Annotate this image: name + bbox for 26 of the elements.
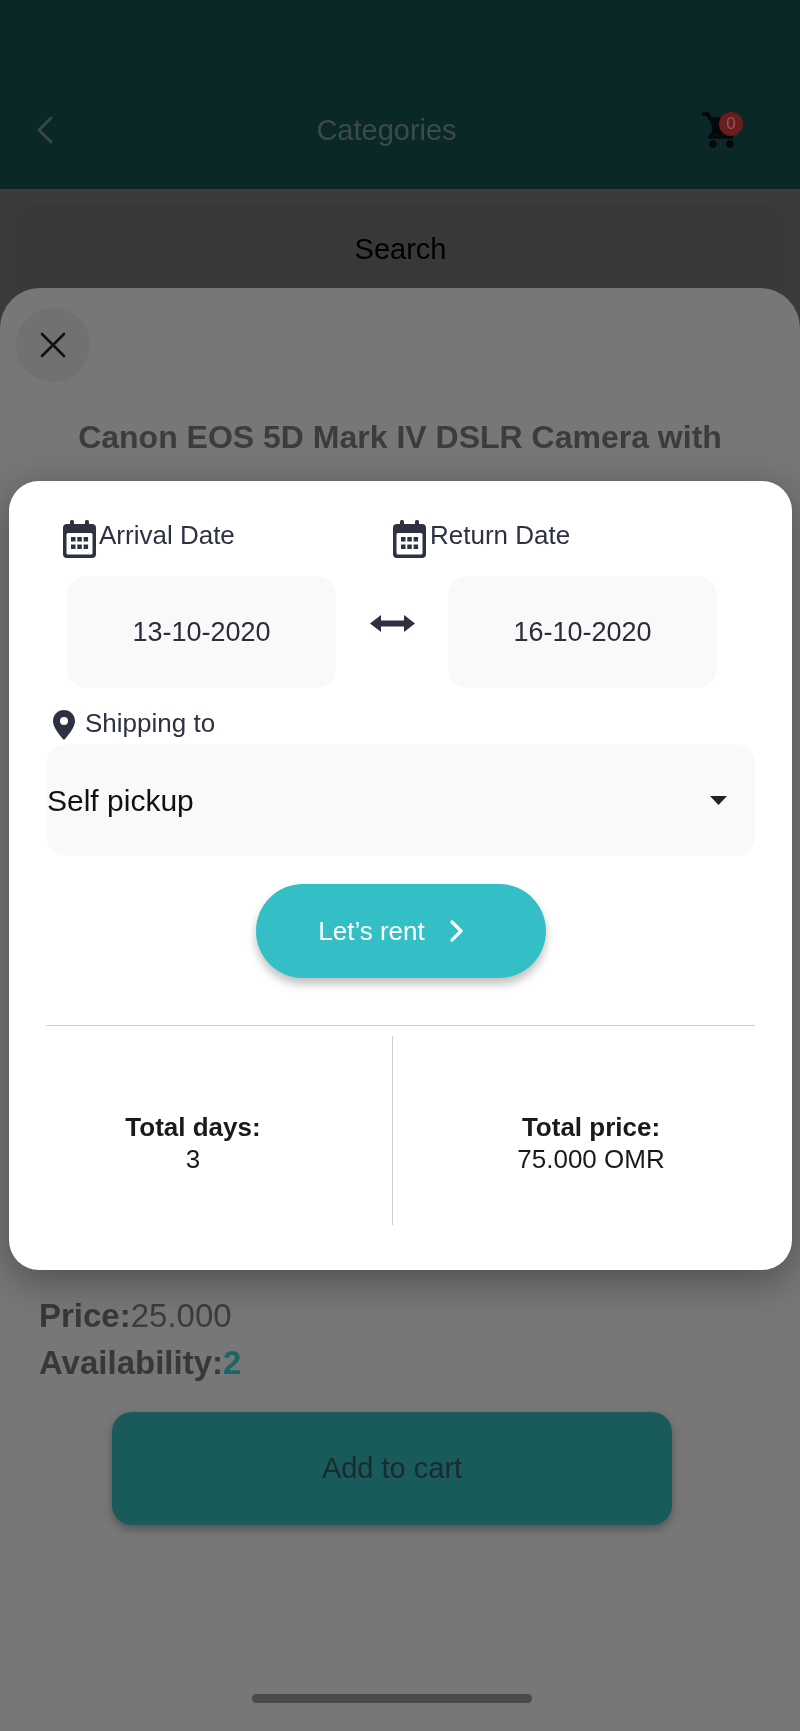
close-icon xyxy=(40,332,66,358)
total-value: 3 xyxy=(185,1143,201,1175)
calendar-icon xyxy=(393,520,426,558)
return-date-field[interactable]: 16-10-2020 xyxy=(448,576,717,688)
total-label: Total days: xyxy=(125,1111,261,1143)
back-button[interactable] xyxy=(36,116,53,144)
location-pin-icon xyxy=(53,710,75,740)
availability-value: 2 xyxy=(223,1343,242,1383)
total-value: 75.000 OMR xyxy=(517,1143,665,1175)
double-arrow-icon xyxy=(369,615,415,632)
price-value: 25.000 xyxy=(130,1296,232,1336)
calendar-icon xyxy=(63,520,96,558)
availability-label: Availability: xyxy=(39,1343,223,1383)
arrival-date-label: Arrival Date xyxy=(99,520,235,550)
shipping-dropdown[interactable]: Self pickup xyxy=(46,744,755,856)
return-date-label: Return Date xyxy=(430,520,571,550)
product-title: Canon EOS 5D Mark IV DSLR Camera with xyxy=(77,419,723,455)
dropdown-value: Self pickup xyxy=(47,782,194,819)
shipping-label: Shipping to xyxy=(85,710,216,736)
cart-badge: 0 xyxy=(719,111,743,136)
price-label: Price: xyxy=(39,1296,131,1336)
caret-down-icon xyxy=(710,795,727,805)
total-label: Total price: xyxy=(521,1111,661,1143)
back-chevron-icon xyxy=(36,116,53,144)
chevron-right-icon xyxy=(448,920,463,942)
arrival-date-field[interactable]: 13-10-2020 xyxy=(67,576,336,688)
